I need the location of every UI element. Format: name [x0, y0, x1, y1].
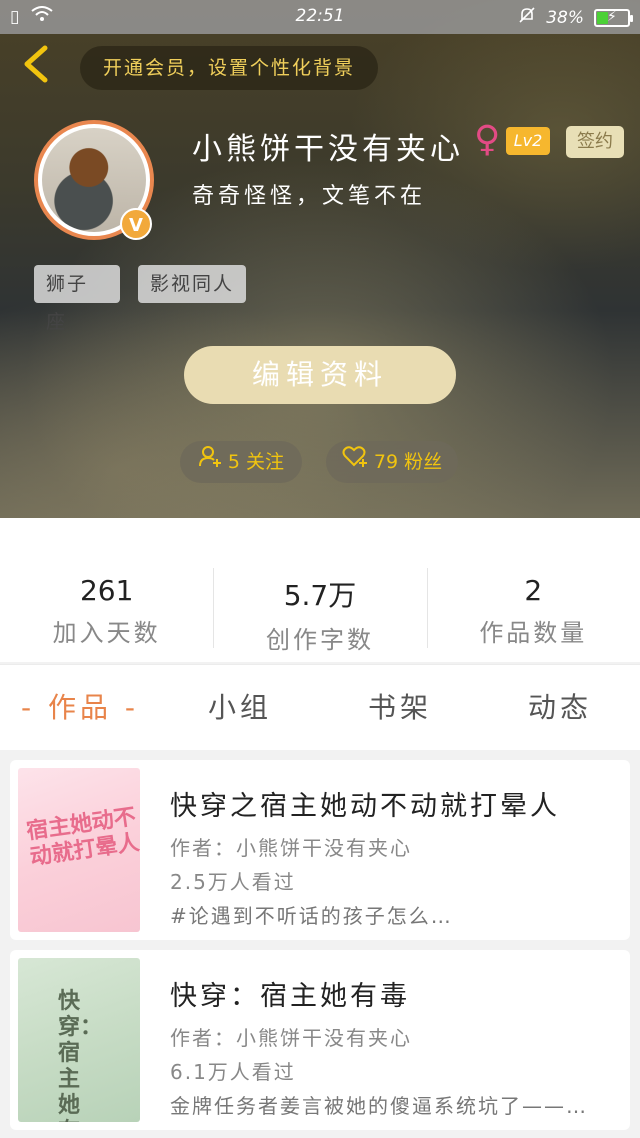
tab-bookshelf[interactable]: 书架: [320, 665, 480, 750]
work-title[interactable]: 快穿之宿主她动不动就打晕人: [170, 784, 560, 823]
mute-bell-icon: [518, 6, 536, 29]
level-badge[interactable]: Lv2: [506, 127, 550, 155]
stat-work-count: 2 作品数量: [426, 518, 640, 662]
stat-label: 加入天数: [52, 619, 161, 647]
book-cover[interactable]: 宿主她动不动就打晕人: [18, 768, 140, 932]
work-views: 6.1万人看过: [170, 1060, 296, 1084]
signed-badge[interactable]: 签约: [566, 126, 624, 158]
stat-word-count: 5.7万 创作字数: [213, 518, 426, 662]
heart-plus-icon: [342, 441, 368, 483]
stat-label: 创作字数: [265, 626, 374, 654]
stats-row: 261 加入天数 5.7万 创作字数 2 作品数量: [0, 518, 640, 662]
tab-works[interactable]: - 作品 -: [0, 665, 160, 750]
work-author: 作者：小熊饼干没有夹心: [170, 836, 412, 860]
verified-badge: V: [120, 208, 152, 240]
work-card[interactable]: 快穿：宿主她有毒 快穿：宿主她有毒 作者：小熊饼干没有夹心 6.1万人看过 金牌…: [10, 950, 630, 1130]
back-button[interactable]: [14, 44, 58, 94]
work-card[interactable]: 宿主她动不动就打晕人 快穿之宿主她动不动就打晕人 作者：小熊饼干没有夹心 2.5…: [10, 760, 630, 940]
profile-tabs: - 作品 - 小组 书架 动态: [0, 664, 640, 750]
tag-genre[interactable]: 影视同人: [138, 265, 246, 303]
cover-title: 快穿：宿主她有毒: [58, 988, 103, 1122]
works-list: 宿主她动不动就打晕人 快穿之宿主她动不动就打晕人 作者：小熊饼干没有夹心 2.5…: [0, 750, 640, 1138]
status-bar: ▯ 22:51 38% ⚡: [0, 0, 640, 34]
profile-header: ▯ 22:51 38% ⚡ 开通会员，设置个性化背景 V 小熊饼干没有夹心 ♀ …: [0, 0, 640, 518]
work-views: 2.5万人看过: [170, 870, 296, 894]
stat-value: 5.7万: [283, 579, 357, 612]
stat-value: 261: [79, 574, 134, 607]
book-cover[interactable]: 快穿：宿主她有毒: [18, 958, 140, 1122]
tab-groups[interactable]: 小组: [160, 665, 320, 750]
stat-label: 作品数量: [479, 619, 588, 647]
battery-icon: ⚡: [594, 8, 633, 27]
following-button[interactable]: 5 关注: [180, 441, 302, 483]
work-title[interactable]: 快穿：宿主她有毒: [170, 974, 410, 1013]
battery-percent: 38%: [546, 7, 584, 28]
tab-activity[interactable]: 动态: [480, 665, 640, 750]
female-icon: ♀: [474, 119, 501, 160]
work-author: 作者：小熊饼干没有夹心: [170, 1026, 412, 1050]
stat-join-days: 261 加入天数: [0, 518, 213, 662]
vip-banner-button[interactable]: 开通会员，设置个性化背景: [80, 46, 378, 90]
work-description: #论遇到不听话的孩子怎么…: [170, 904, 453, 928]
username: 小熊饼干没有夹心: [192, 132, 464, 167]
stat-value: 2: [524, 574, 543, 607]
followers-button[interactable]: 79 粉丝: [326, 441, 458, 483]
following-label: 5 关注: [227, 451, 285, 473]
followers-label: 79 粉丝: [373, 451, 443, 473]
cover-title: 宿主她动不动就打晕人: [24, 804, 140, 871]
edit-profile-button[interactable]: 编辑资料: [184, 346, 456, 404]
add-person-icon: [198, 441, 222, 483]
chevron-left-icon: [24, 45, 48, 83]
tag-zodiac[interactable]: 狮子座: [34, 265, 120, 333]
work-description: 金牌任务者姜言被她的傻逼系统坑了——…: [170, 1094, 588, 1118]
bio-text: 奇奇怪怪，文笔不在: [192, 184, 427, 209]
